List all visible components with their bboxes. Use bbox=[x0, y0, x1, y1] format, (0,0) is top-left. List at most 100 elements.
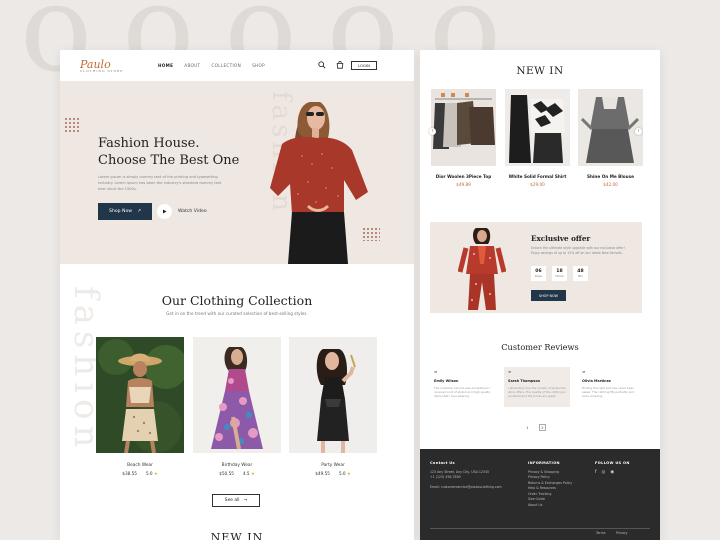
play-button[interactable] bbox=[157, 204, 172, 219]
footer-heading: INFORMATION bbox=[528, 461, 560, 465]
product-card-image[interactable] bbox=[505, 89, 570, 166]
header-icons bbox=[318, 61, 344, 69]
brand-logo[interactable]: Paulo CLOTHING STORE bbox=[80, 59, 124, 73]
hero-title-line1: Fashion House. bbox=[98, 136, 200, 151]
timer-minutes: 48 Min bbox=[573, 266, 588, 281]
privacy-link[interactable]: Privacy bbox=[616, 531, 628, 535]
star-icon: ★ bbox=[153, 471, 158, 476]
collection-card-image[interactable] bbox=[193, 337, 281, 453]
shop-now-label: Shop Now bbox=[109, 209, 133, 214]
product-name[interactable]: Beach Wear bbox=[96, 463, 184, 468]
page-1-button[interactable]: 1 bbox=[524, 424, 531, 431]
nav-collection[interactable]: COLLECTION bbox=[211, 63, 241, 68]
product-card-image[interactable] bbox=[578, 89, 643, 166]
quote-icon: “ bbox=[434, 371, 438, 377]
reviews-title: Customer Reviews bbox=[501, 342, 579, 352]
instagram-icon[interactable]: ◉ bbox=[610, 470, 614, 476]
hero-title-line2: Choose The Best One bbox=[98, 153, 240, 168]
cart-icon[interactable] bbox=[336, 61, 344, 69]
reviewer-name: Olivia Martinez bbox=[582, 379, 611, 383]
footer-heading: FOLLOW US ON bbox=[595, 461, 630, 465]
arrow-right-icon: → bbox=[243, 498, 248, 503]
rating-value: 4.5 bbox=[242, 471, 250, 476]
reviewer-name: Emily Wilson bbox=[434, 379, 459, 383]
formal-shirt-image bbox=[505, 89, 570, 166]
new-in-title: NEW IN bbox=[516, 65, 564, 77]
terms-link[interactable]: Terms bbox=[596, 531, 605, 535]
review-card: “ Sarah Thompson I absolutely love the v… bbox=[504, 367, 570, 407]
product-price: $49.55 bbox=[315, 471, 330, 476]
product-name[interactable]: Party Wear bbox=[289, 463, 377, 468]
product-name[interactable]: White Solid Formal Shirt bbox=[500, 174, 575, 179]
star-icon: ★ bbox=[346, 471, 351, 476]
carousel-prev-button[interactable]: ‹ bbox=[429, 128, 436, 135]
shop-page-panel: NEW IN ‹ › Dior Woolen 3Piece Top $49.89… bbox=[420, 50, 660, 540]
nav-home[interactable]: HOME bbox=[158, 63, 173, 68]
product-price: $42.00 bbox=[603, 182, 618, 187]
countdown-timer: 06 Days 18 Hours 48 Min bbox=[531, 266, 588, 281]
carousel-next-button[interactable]: › bbox=[635, 128, 642, 135]
nav-about[interactable]: ABOUT bbox=[184, 63, 200, 68]
product-price: $50.55 bbox=[219, 471, 234, 476]
main-nav: HOME ABOUT COLLECTION SHOP bbox=[158, 63, 265, 68]
landing-page-panel: Paulo CLOTHING STORE HOME ABOUT COLLECTI… bbox=[60, 50, 414, 540]
see-all-label: See all bbox=[224, 498, 240, 503]
shop-now-button[interactable]: Shop Now ↗ bbox=[98, 203, 152, 220]
beach-wear-image bbox=[96, 337, 184, 453]
product-name[interactable]: Dior Woolen 3Piece Top bbox=[426, 174, 501, 179]
footer-contact: Contact Us 123 Any Street, Any City, USA… bbox=[430, 461, 510, 490]
collection-card-image[interactable] bbox=[289, 337, 377, 453]
login-button[interactable]: LOGIN bbox=[351, 61, 377, 70]
woolen-top-image bbox=[431, 89, 496, 166]
hero-title: Fashion House. Choose The Best One bbox=[98, 135, 258, 169]
reviewer-name: Sarah Thompson bbox=[508, 379, 541, 383]
search-icon[interactable] bbox=[318, 61, 326, 69]
contact-email[interactable]: Email: customerservice@paulosclothing.co… bbox=[430, 485, 510, 491]
watch-video-link[interactable]: Watch Video bbox=[178, 209, 207, 214]
arrow-up-right-icon: ↗ bbox=[137, 209, 141, 214]
review-text: Finding the right size has never been ea… bbox=[582, 386, 635, 398]
reviews-pagination: 1 2 bbox=[524, 424, 546, 431]
offer-model-image bbox=[458, 228, 506, 310]
hero-description: Lorem ipsum is simply dummy text of the … bbox=[98, 175, 222, 191]
product-price: $38.55 bbox=[122, 471, 137, 476]
page-2-button[interactable]: 2 bbox=[539, 424, 546, 431]
rating-value: 5.0 bbox=[338, 471, 346, 476]
timer-unit: Days bbox=[535, 274, 542, 278]
dot-pattern bbox=[64, 117, 80, 133]
party-wear-image bbox=[289, 337, 377, 453]
see-all-button[interactable]: See all → bbox=[212, 494, 260, 507]
footer-link[interactable]: About Us bbox=[528, 503, 588, 509]
product-price: $49.89 bbox=[456, 182, 471, 187]
review-text: The customer service was exceptional. I … bbox=[434, 386, 491, 398]
product-name[interactable]: Birthday Wear bbox=[193, 463, 281, 468]
product-card-image[interactable] bbox=[431, 89, 496, 166]
offer-shop-now-button[interactable]: SHOP NOW bbox=[531, 290, 566, 301]
quote-icon: “ bbox=[582, 371, 586, 377]
footer-follow: FOLLOW US ON f ◎ ◉ bbox=[595, 461, 650, 475]
pinterest-icon[interactable]: ◎ bbox=[602, 470, 606, 476]
rating-value: 5.0 bbox=[145, 471, 153, 476]
product-rating: 4.5 ★ bbox=[243, 471, 255, 476]
timer-unit: Min bbox=[578, 274, 583, 278]
star-icon: ★ bbox=[250, 471, 255, 476]
timer-hours: 18 Hours bbox=[552, 266, 567, 281]
offer-description: Unlock the ultimate style upgrade with o… bbox=[531, 246, 625, 255]
nav-shop[interactable]: SHOP bbox=[252, 63, 265, 68]
logo-subtext: CLOTHING STORE bbox=[80, 68, 124, 73]
social-links: f ◎ ◉ bbox=[595, 470, 650, 476]
product-rating: 5.0 ★ bbox=[146, 471, 158, 476]
product-meta: $49.55 5.0 ★ bbox=[289, 471, 377, 476]
facebook-icon[interactable]: f bbox=[595, 470, 597, 476]
footer-information: INFORMATION Privacy & Shopping Privacy P… bbox=[528, 461, 588, 508]
hero-section: fashion Fashion House. Choose The Best O… bbox=[60, 81, 414, 264]
footer-divider bbox=[430, 528, 650, 529]
quote-icon: “ bbox=[508, 371, 512, 377]
collection-card-image[interactable] bbox=[96, 337, 184, 453]
collection-subtitle: Get in on the trend with our curated sel… bbox=[166, 311, 308, 316]
product-name[interactable]: Shine On Me Blouse bbox=[573, 174, 648, 179]
product-meta: $38.55 5.0 ★ bbox=[96, 471, 184, 476]
new-in-heading-preview: NEW IN bbox=[210, 531, 264, 540]
review-text: I absolutely love the variety of styles … bbox=[508, 386, 566, 398]
birthday-wear-image bbox=[193, 337, 281, 453]
